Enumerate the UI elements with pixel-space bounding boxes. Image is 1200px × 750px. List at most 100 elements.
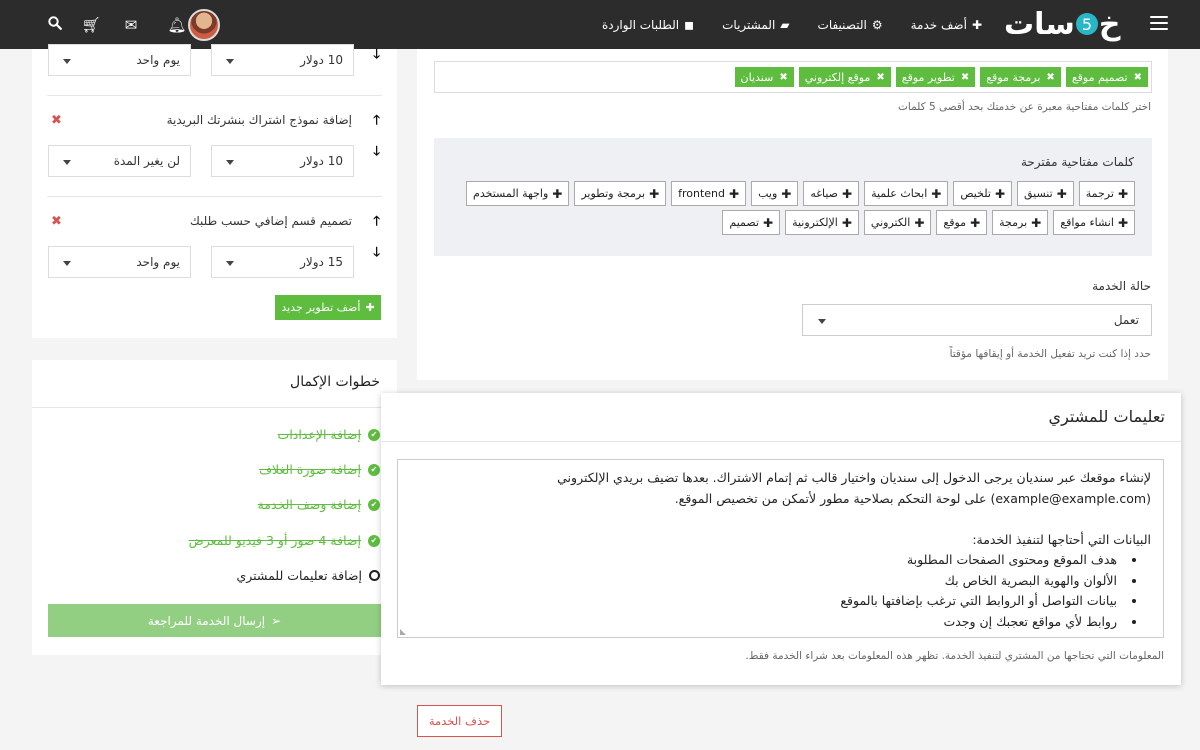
nav-purchases[interactable]: ▰ المشتريات [722,18,789,32]
arrow-down-icon[interactable]: 🡓 [373,243,380,265]
suggested-keyword-chip[interactable]: ✚ برمجة [992,210,1049,235]
bell-icon[interactable]: 🔔︎ [166,16,188,34]
user-avatar[interactable] [188,8,220,41]
suggested-keyword-chip[interactable]: ✚ صياغه [803,181,860,206]
completion-step[interactable]: ✔ إضافة الإعدادات [278,427,380,442]
keyword-tag[interactable]: ✖ سنديان [734,67,794,87]
check-circle-icon: ✔ [368,428,380,441]
plus-icon: ✚ [971,17,982,32]
completion-step[interactable]: ✔ إضافة وصف الخدمة [258,497,380,512]
instructions-bullet: الألوان والهوية البصرية الخاص بك [410,571,1121,592]
completion-step[interactable]: ✔ إضافة 4 صور أو 3 فيديو للمعرض [189,533,380,548]
keyword-tag[interactable]: ✖ برمجة موقع [980,67,1061,87]
instructions-line: (example@example.com) على لوحة التحكم بص… [674,490,1151,506]
suggested-keyword-chip[interactable]: ✚ ابحاث علمية [864,181,949,206]
suggested-keyword-chip[interactable]: ✚ موقع [936,210,988,235]
buyer-instructions-textarea[interactable]: لإنشاء موقعك عبر سنديان يرجى الدخول إلى … [397,459,1164,638]
suggested-keyword-chip[interactable]: ✚ انشاء مواقع [1053,210,1135,235]
plus-icon: ✚ [649,186,660,201]
completion-step[interactable]: ✔ إضافة صورة الغلاف [259,462,380,477]
remove-tag-icon[interactable]: ✖ [1134,72,1142,83]
submit-for-review-button[interactable]: ➢ إرسال الخدمة للمراجعة [48,604,381,637]
delete-service-button[interactable]: حذف الخدمة [417,705,502,737]
suggested-keyword-chip[interactable]: ✚ تلخيص [953,181,1012,206]
service-status-select[interactable]: تعمل [802,304,1152,336]
arrow-up-icon[interactable]: 🡑 [373,212,380,234]
development-duration-select[interactable]: لن يغير المدة [48,145,191,177]
paper-plane-icon: ➢ [271,613,282,628]
remove-development-icon[interactable]: ✖ [51,113,62,128]
chip-label: واجهة المستخدم [473,187,549,200]
suggested-keyword-chip[interactable]: ✚ الإلكترونية [785,210,859,235]
cart-icon[interactable]: 🛒︎ [80,16,102,34]
service-developments-panel: يوم واحد 10 دولار 🡓 ✖ إضافة نموذج اشتراك… [32,44,397,338]
resize-handle-icon[interactable] [400,629,406,635]
nav-categories[interactable]: ⚙ التصنيفات [818,18,883,32]
development-price-select[interactable]: 15 دولار [211,246,354,278]
completion-step-label: إضافة 4 صور أو 3 فيديو للمعرض [188,533,361,548]
remove-tag-icon[interactable]: ✖ [779,72,787,83]
keyword-tag[interactable]: ✖ تصميم موقع [1065,67,1148,87]
suggested-keyword-chip[interactable]: ✚ تصميم [722,210,781,235]
plus-icon: ✚ [931,186,942,201]
circle-outline-icon [369,570,380,581]
plus-icon: ✚ [994,186,1005,201]
suggested-keyword-chip[interactable]: ✚ frontend [671,181,747,206]
completion-step[interactable]: إضافة تعليمات للمشتري [236,568,380,583]
suggested-keyword-chip[interactable]: ✚ تنسيق [1017,181,1074,206]
instructions-data-heading: البيانات التي أحتاجها لتنفيذ الخدمة: [972,531,1151,547]
suggested-keyword-chip[interactable]: ✚ الكتروني [863,210,932,235]
suggested-chips-row-2: ✚ انشاء مواقع ✚ برمجة ✚ موقع ✚ الكتروني ✚ الإ… [722,210,1135,235]
completion-step-label: إضافة تعليمات للمشتري [236,568,362,583]
remove-development-icon[interactable]: ✖ [51,214,62,229]
add-development-button[interactable]: ✚ أضف تطوير جديد [275,295,381,320]
instructions-bullet: روابط لأي مواقع تعجبك إن وجدت [410,612,1121,633]
chip-label: برمجة [999,216,1028,229]
keywords-tag-input[interactable]: ✖ تصميم موقع ✖ برمجة موقع ✖ تطوير موقع ✖ موق… [434,61,1152,93]
nav-incoming-orders[interactable]: ◼ الطلبات الواردة [602,18,694,32]
plus-icon: ✚ [1117,186,1128,201]
arrow-up-icon[interactable]: 🡑 [373,111,380,133]
development-price-select[interactable]: 10 دولار [211,44,354,76]
remove-tag-icon[interactable]: ✖ [876,72,884,83]
check-circle-icon: ✔ [368,463,380,476]
remove-tag-icon[interactable]: ✖ [1046,72,1054,83]
site-logo[interactable]: خ 5 سات [1004,6,1128,42]
suggested-keyword-chip[interactable]: ✚ ويب [751,181,799,206]
development-duration-select[interactable]: يوم واحد [48,246,191,278]
arrow-down-icon[interactable]: 🡓 [373,45,380,67]
search-icon[interactable] [48,15,62,34]
menu-icon[interactable] [1150,16,1168,30]
nav-add-service[interactable]: ✚ أضف خدمة [911,18,982,32]
keyword-tag-label: تصميم موقع [1071,70,1128,84]
development-price-select[interactable]: 10 دولار [211,145,354,177]
plus-icon: ✚ [1031,215,1042,230]
nav-add-service-label: أضف خدمة [910,17,967,32]
keyword-tag[interactable]: ✖ موقع إلكتروني [798,67,891,87]
suggested-keyword-chip[interactable]: ✚ برمجة وتطوير [574,181,667,206]
plus-icon: ✚ [763,215,774,230]
plus-icon: ✚ [552,186,563,201]
envelope-icon[interactable]: ✉ [120,16,142,34]
add-development-label: أضف تطوير جديد [281,301,361,314]
plus-icon: ✚ [365,301,375,314]
submit-for-review-label: إرسال الخدمة للمراجعة [147,613,266,628]
suggested-chips-row-1: ✚ ترجمة ✚ تنسيق ✚ تلخيص ✚ ابحاث علمية ✚ صياغه… [466,181,1135,206]
development-duration-select[interactable]: يوم واحد [48,44,191,76]
suggested-keyword-chip[interactable]: ✚ ترجمة [1078,181,1135,206]
divider [32,407,397,408]
chip-label: تصميم [729,216,760,229]
remove-tag-icon[interactable]: ✖ [961,72,969,83]
logo-text-end: سات [1004,6,1076,42]
top-navbar: خ 5 سات ✚ أضف خدمة ⚙ التصنيفات ▰ المشتري… [0,0,1200,49]
completion-step-label: إضافة الإعدادات [277,427,361,442]
suggested-keyword-chip[interactable]: ✚ واجهة المستخدم [466,181,570,206]
service-status-label: حالة الخدمة [1092,279,1151,293]
keyword-tag[interactable]: ✖ تطوير موقع [895,67,976,87]
divider [47,95,382,96]
arrow-down-icon[interactable]: 🡓 [373,142,380,164]
service-settings-panel: ✖ تصميم موقع ✖ برمجة موقع ✖ تطوير موقع ✖ موق… [417,49,1168,380]
keyword-tag-label: موقع إلكتروني [804,70,871,84]
plus-icon: ✚ [781,186,792,201]
